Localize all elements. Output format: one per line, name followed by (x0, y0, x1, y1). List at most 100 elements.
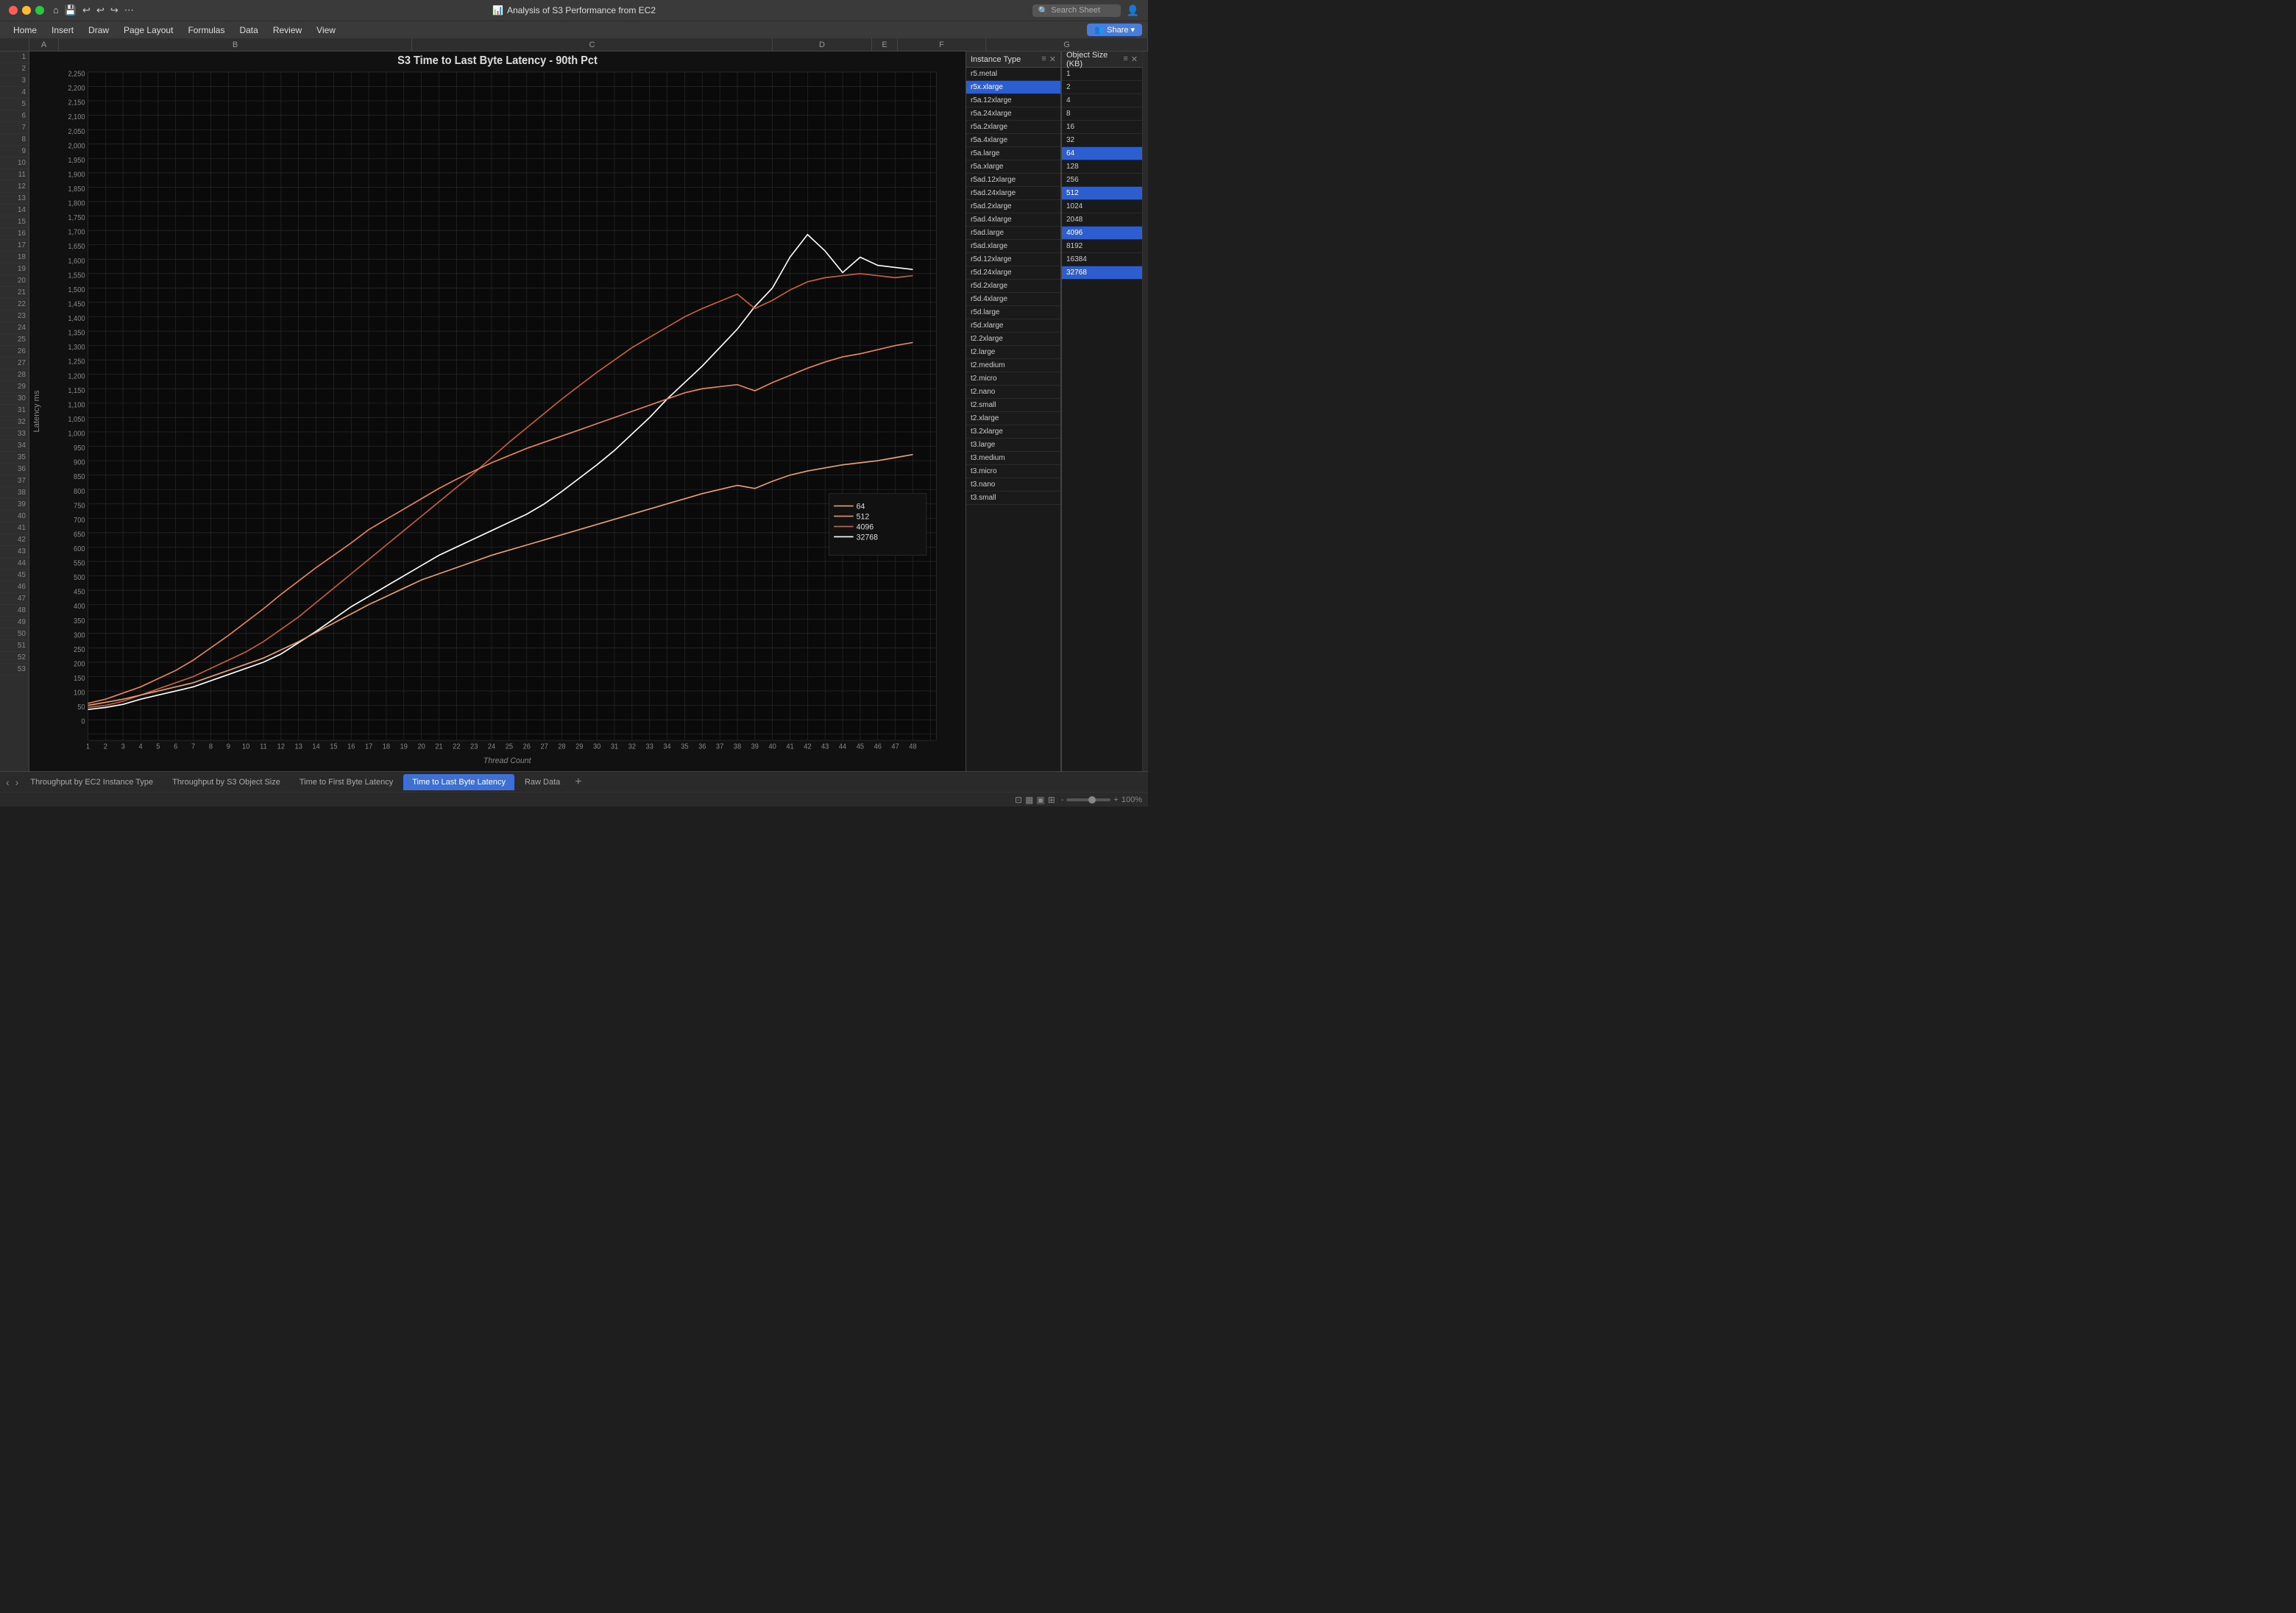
instance-type-item-20[interactable]: t2.2xlarge (966, 333, 1060, 346)
instance-type-item-1[interactable]: r5x.xlarge (966, 81, 1060, 94)
object-size-item-2[interactable]: 4 (1062, 94, 1142, 107)
object-size-item-11[interactable]: 2048 (1062, 213, 1142, 227)
instance-type-item-15[interactable]: r5d.24xlarge (966, 266, 1060, 280)
object-size-item-12[interactable]: 4096 (1062, 227, 1142, 240)
tab-last-byte[interactable]: Time to Last Byte Latency (403, 774, 514, 790)
menu-insert[interactable]: Insert (44, 21, 81, 39)
search-box[interactable]: 🔍 Search Sheet (1032, 4, 1121, 17)
instance-type-item-8[interactable]: r5ad.12xlarge (966, 174, 1060, 187)
object-size-item-4[interactable]: 16 (1062, 121, 1142, 134)
menu-review[interactable]: Review (266, 21, 309, 39)
clear-filter-icon[interactable]: ✕ (1049, 54, 1056, 64)
instance-type-item-19[interactable]: r5d.xlarge (966, 319, 1060, 333)
zoom-fit-icon[interactable]: ⊡ (1015, 795, 1022, 805)
instance-type-item-17[interactable]: r5d.4xlarge (966, 293, 1060, 306)
col-G[interactable]: G (986, 38, 1148, 51)
save-icon[interactable]: 💾 (65, 4, 77, 16)
instance-type-item-6[interactable]: r5a.large (966, 147, 1060, 160)
instance-type-item-23[interactable]: t2.micro (966, 372, 1060, 386)
user-icon[interactable]: 👤 (1127, 4, 1139, 17)
object-size-item-5[interactable]: 32 (1062, 134, 1142, 147)
menu-draw[interactable]: Draw (81, 21, 116, 39)
instance-type-item-22[interactable]: t2.medium (966, 359, 1060, 372)
instance-type-item-7[interactable]: r5a.xlarge (966, 160, 1060, 174)
right-scrollbar[interactable] (1142, 52, 1148, 771)
instance-type-item-18[interactable]: r5d.large (966, 306, 1060, 319)
instance-type-item-29[interactable]: t3.medium (966, 452, 1060, 465)
zoom-slider[interactable] (1066, 798, 1110, 801)
tab-raw-data[interactable]: Raw Data (516, 774, 569, 790)
object-size-item-14[interactable]: 16384 (1062, 253, 1142, 266)
clear-filter2-icon[interactable]: ✕ (1131, 54, 1138, 64)
tab-throughput-instance[interactable]: Throughput by EC2 Instance Type (21, 774, 162, 790)
instance-type-item-5[interactable]: r5a.4xlarge (966, 134, 1060, 147)
normal-view-icon[interactable]: ▦ (1025, 795, 1033, 805)
instance-type-item-4[interactable]: r5a.2xlarge (966, 121, 1060, 134)
menu-home[interactable]: Home (6, 21, 44, 39)
tab-throughput-size[interactable]: Throughput by S3 Object Size (163, 774, 289, 790)
row-num-8: 8 (0, 134, 29, 146)
menu-view[interactable]: View (309, 21, 343, 39)
object-size-item-9[interactable]: 512 (1062, 187, 1142, 200)
instance-type-item-16[interactable]: r5d.2xlarge (966, 280, 1060, 293)
col-B[interactable]: B (59, 38, 412, 51)
more-icon[interactable]: ⋯ (124, 4, 134, 16)
col-D[interactable]: D (773, 38, 872, 51)
menu-formulas[interactable]: Formulas (180, 21, 232, 39)
instance-type-item-0[interactable]: r5.metal (966, 68, 1060, 81)
instance-type-item-25[interactable]: t2.small (966, 399, 1060, 412)
col-A[interactable]: A (29, 38, 59, 51)
instance-type-item-21[interactable]: t2.large (966, 346, 1060, 359)
col-C[interactable]: C (412, 38, 773, 51)
home-icon[interactable]: ⌂ (53, 4, 59, 16)
object-size-item-3[interactable]: 8 (1062, 107, 1142, 121)
instance-type-item-2[interactable]: r5a.12xlarge (966, 94, 1060, 107)
add-sheet-button[interactable]: + (570, 776, 586, 789)
instance-type-item-30[interactable]: t3.micro (966, 465, 1060, 478)
object-size-item-15[interactable]: 32768 (1062, 266, 1142, 280)
menu-data[interactable]: Data (232, 21, 265, 39)
menu-page-layout[interactable]: Page Layout (116, 21, 180, 39)
maximize-button[interactable] (35, 6, 44, 15)
instance-type-item-32[interactable]: t3.small (966, 492, 1060, 505)
close-button[interactable] (9, 6, 18, 15)
page-view-icon[interactable]: ▣ (1036, 795, 1044, 805)
object-size-item-0[interactable]: 1 (1062, 68, 1142, 81)
object-size-item-10[interactable]: 1024 (1062, 200, 1142, 213)
col-F[interactable]: F (898, 38, 986, 51)
zoom-out-btn[interactable]: - (1061, 795, 1064, 804)
svg-text:16: 16 (347, 742, 355, 751)
share-button[interactable]: 👥 Share ▾ (1087, 24, 1142, 36)
tab-next-btn[interactable]: › (13, 776, 22, 788)
instance-type-item-28[interactable]: t3.large (966, 439, 1060, 452)
object-size-item-1[interactable]: 2 (1062, 81, 1142, 94)
instance-type-item-26[interactable]: t2.xlarge (966, 412, 1060, 425)
object-size-item-8[interactable]: 256 (1062, 174, 1142, 187)
page-break-icon[interactable]: ⊞ (1048, 795, 1055, 805)
zoom-in-btn[interactable]: + (1113, 795, 1118, 804)
tab-prev-btn[interactable]: ‹ (3, 776, 13, 788)
instance-type-item-24[interactable]: t2.nano (966, 386, 1060, 399)
undo-icon[interactable]: ↩ (82, 4, 91, 16)
instance-type-item-9[interactable]: r5ad.24xlarge (966, 187, 1060, 200)
instance-type-item-13[interactable]: r5ad.xlarge (966, 240, 1060, 253)
instance-type-item-10[interactable]: r5ad.2xlarge (966, 200, 1060, 213)
instance-type-item-31[interactable]: t3.nano (966, 478, 1060, 492)
col-E[interactable]: E (872, 38, 898, 51)
instance-type-item-14[interactable]: r5d.12xlarge (966, 253, 1060, 266)
undo2-icon[interactable]: ↩ (96, 4, 104, 16)
instance-type-item-3[interactable]: r5a.24xlarge (966, 107, 1060, 121)
minimize-button[interactable] (22, 6, 31, 15)
object-size-item-6[interactable]: 64 (1062, 147, 1142, 160)
object-size-item-7[interactable]: 128 (1062, 160, 1142, 174)
filter2-icon[interactable]: ≡ (1123, 54, 1127, 64)
object-size-item-13[interactable]: 8192 (1062, 240, 1142, 253)
svg-text:32: 32 (628, 742, 636, 751)
instance-type-item-27[interactable]: t3.2xlarge (966, 425, 1060, 439)
instance-type-item-12[interactable]: r5ad.large (966, 227, 1060, 240)
instance-type-item-11[interactable]: r5ad.4xlarge (966, 213, 1060, 227)
filter-icon[interactable]: ≡ (1041, 54, 1046, 64)
redo-icon[interactable]: ↪ (110, 4, 118, 16)
tab-first-byte[interactable]: Time to First Byte Latency (291, 774, 402, 790)
svg-text:1,100: 1,100 (68, 401, 85, 409)
